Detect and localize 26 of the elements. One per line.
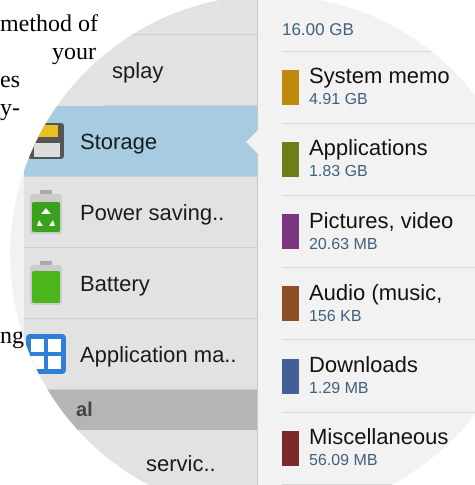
selection-pointer [246, 130, 258, 154]
storage-total: 16.00 GB [282, 19, 354, 42]
article-text: ng [0, 322, 24, 350]
category-name: Audio (music, [309, 280, 442, 306]
category-size: 4.91 GB [309, 90, 369, 110]
category-name: Pictures, video [309, 208, 454, 234]
category-name: System memo [309, 63, 450, 90]
category-name: Miscellaneous [309, 424, 448, 450]
article-text: method of [0, 10, 98, 38]
battery-icon [28, 261, 64, 305]
category-size: 56.09 MB [309, 451, 378, 472]
category-size: 1.29 MB [309, 379, 370, 400]
category-size: 20.63 MB [309, 234, 378, 255]
settings-item[interactable]: servic.. [146, 447, 216, 480]
category-size: 1.83 GB [309, 162, 369, 182]
category-name: Applications [309, 135, 428, 162]
category-name: Downloads [309, 352, 418, 378]
article-text: y- [0, 94, 20, 122]
settings-item[interactable]: Storage [24, 106, 257, 177]
settings-item[interactable]: Battery [24, 248, 257, 319]
article-text: your [51, 38, 96, 66]
battery-recycle-icon [28, 190, 64, 234]
category-size: 156 KB [309, 306, 362, 327]
grid-icon [26, 334, 66, 374]
settings-item[interactable]: Power saving.. [24, 177, 257, 248]
article-text: es [0, 66, 20, 94]
